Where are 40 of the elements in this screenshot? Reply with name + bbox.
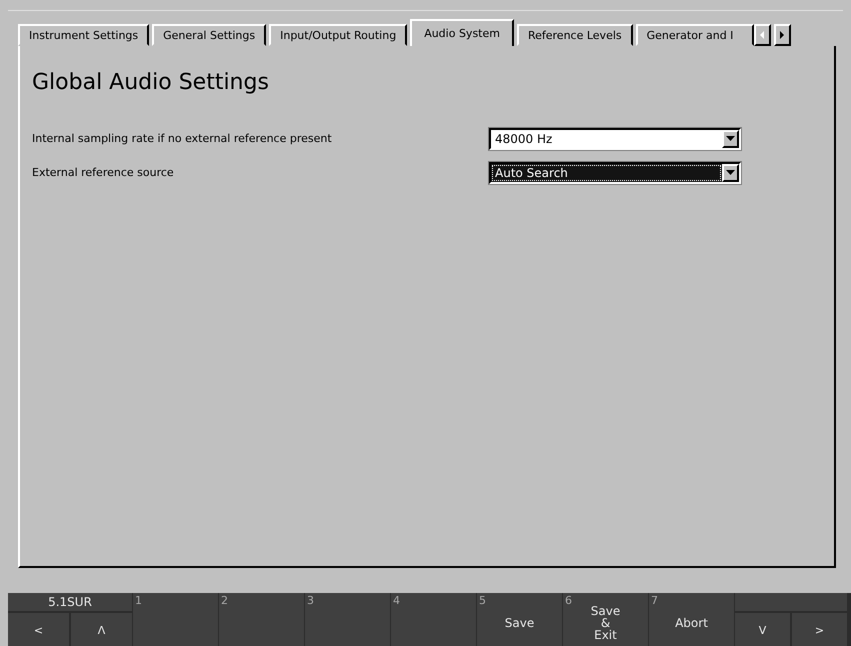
nav-key[interactable]: V (735, 613, 790, 646)
soft-key[interactable]: 4 (391, 593, 476, 646)
nav-key[interactable]: < (8, 613, 69, 646)
key-label: Exit (594, 629, 617, 641)
soft-key[interactable]: 6 Save & Exit (563, 593, 648, 646)
caret-icon (726, 136, 735, 141)
nav-key[interactable]: > (792, 613, 847, 646)
soft-key[interactable]: 1 (133, 593, 218, 646)
soft-key[interactable]: 7 Abort (649, 593, 734, 646)
left-arrow-icon (758, 30, 766, 40)
soft-key[interactable]: 2 (219, 593, 304, 646)
tab[interactable]: Audio System (410, 19, 514, 46)
dropdown[interactable]: 48000 Hz (489, 128, 741, 150)
page-heading: Global Audio Settings (32, 70, 269, 95)
tab[interactable]: Instrument Settings (18, 24, 150, 46)
soft-key[interactable]: 5 Save (477, 593, 562, 646)
tab[interactable]: General Settings (152, 24, 266, 46)
key-number: 1 (135, 594, 142, 607)
key-label: Abort (675, 617, 708, 629)
key-number: 3 (307, 594, 314, 607)
key-number: 5 (479, 594, 486, 607)
tab[interactable]: Input/Output Routing (269, 24, 408, 46)
key-number: 2 (221, 594, 228, 607)
key-number: 6 (565, 594, 572, 607)
setting-label: Internal sampling rate if no external reference present (32, 132, 333, 145)
dropdown[interactable]: Auto Search (489, 162, 741, 184)
tab[interactable]: Generator and I (636, 24, 754, 46)
key-label: Save (504, 617, 534, 629)
right-arrow-icon (778, 30, 786, 40)
mode-label: 5.1SUR (8, 593, 132, 611)
key-label: Save (590, 605, 620, 617)
soft-key[interactable]: 3 (305, 593, 390, 646)
key-number: 4 (393, 594, 400, 607)
key-label: & (600, 617, 610, 629)
setting-label: External reference source (32, 166, 175, 179)
key-number: 7 (651, 594, 658, 607)
tab[interactable]: Reference Levels (516, 24, 633, 46)
nav-key[interactable]: Λ (71, 613, 132, 646)
caret-icon (726, 170, 735, 175)
scroll-right-button[interactable] (774, 24, 791, 46)
